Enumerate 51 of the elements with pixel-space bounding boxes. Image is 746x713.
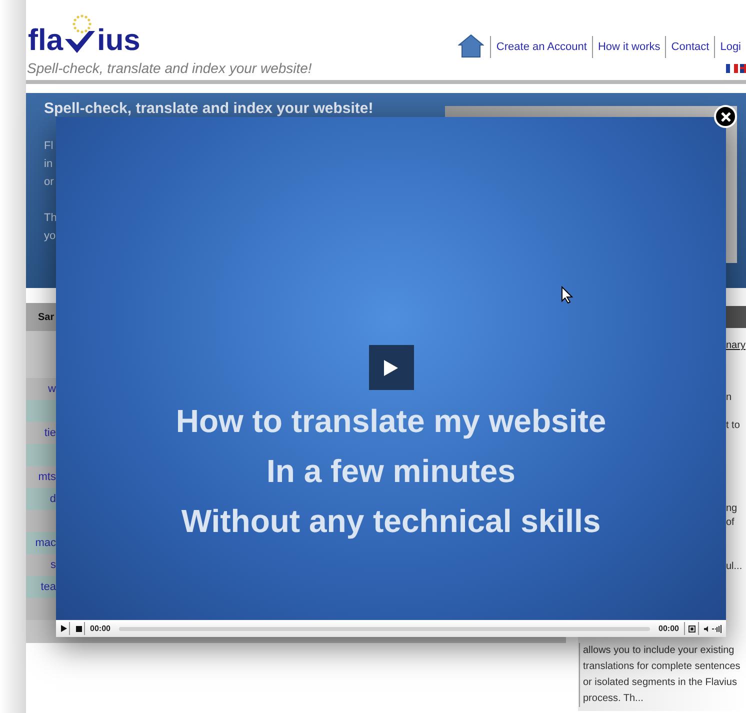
list-link[interactable]: tea: [40, 578, 56, 596]
fullscreen-button[interactable]: [684, 622, 699, 635]
fullscreen-icon: [688, 624, 696, 632]
video-caption: How to translate my website: [176, 402, 606, 441]
banner-text: Th: [44, 210, 56, 226]
video-caption: Without any technical skills: [181, 502, 601, 541]
panel-header: Sar: [38, 310, 54, 324]
feature-description: allows you to include your existing translations for complete sentences or isolated segments in the Flavius process. Th...: [579, 643, 746, 707]
cursor-icon: [561, 286, 573, 304]
play-overlay-button[interactable]: [368, 345, 414, 390]
banner-text: yo: [44, 228, 56, 244]
duration-time: 00:00: [658, 622, 680, 634]
flag-icon[interactable]: [726, 64, 738, 72]
banner-title: Spell-check, translate and index your website!: [44, 99, 374, 119]
list-row: [26, 510, 56, 532]
list-row: [26, 400, 56, 422]
nav-link[interactable]: Contact: [665, 36, 714, 58]
list-link[interactable]: w: [48, 380, 56, 398]
panel-text: ng: [726, 502, 738, 516]
home-icon[interactable]: [458, 34, 484, 58]
panel-text: n: [726, 391, 733, 405]
video-caption: In a few minutes: [266, 452, 516, 491]
nav-link[interactable]: Logi: [714, 36, 746, 58]
list-link[interactable]: mac: [35, 534, 56, 552]
stop-icon: [76, 626, 82, 632]
list-link[interactable]: d: [50, 490, 56, 508]
panel-text: of: [726, 516, 736, 530]
play-icon: [60, 625, 66, 632]
list-link[interactable]: mts: [38, 468, 56, 486]
play-button[interactable]: [58, 622, 70, 635]
close-icon: [720, 112, 730, 122]
nav-link[interactable]: Create an Account: [490, 36, 592, 58]
panel-text: t to: [726, 419, 741, 433]
current-time: 00:00: [89, 622, 112, 634]
volume-button[interactable]: [702, 622, 724, 635]
nav-link[interactable]: How it works: [592, 36, 666, 58]
panel-text: ul...: [726, 560, 744, 574]
list-link[interactable]: tie: [44, 424, 56, 442]
play-icon: [383, 358, 399, 376]
tagline: Spell-check, translate and index your website!: [27, 58, 312, 78]
banner-text: in: [44, 156, 54, 172]
logo-text: fla: [28, 26, 64, 56]
logo-check-icon: [63, 13, 98, 55]
stop-button[interactable]: [73, 622, 85, 635]
list-row: [26, 444, 56, 466]
list-link[interactable]: s: [50, 556, 56, 574]
summary-link[interactable]: nary: [726, 338, 746, 353]
logo-text: ius: [97, 26, 140, 56]
volume-icon: [704, 624, 722, 632]
banner-text: Fl: [44, 138, 54, 154]
banner-text: or: [44, 174, 55, 190]
